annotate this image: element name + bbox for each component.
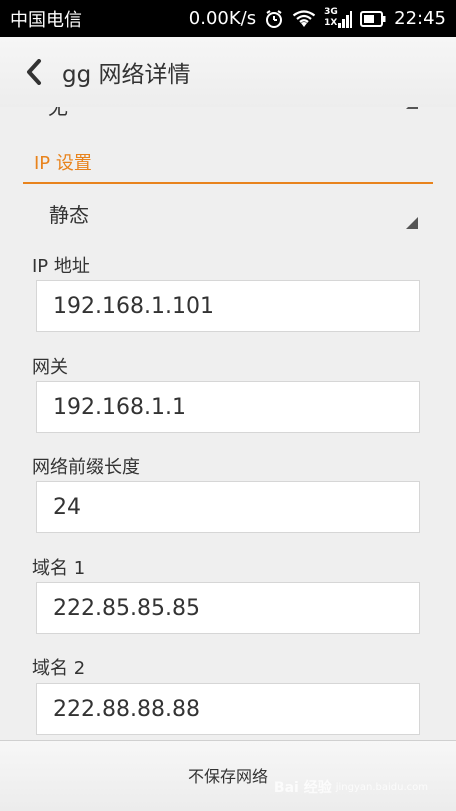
dns1-input[interactable]: 222.85.85.85 bbox=[36, 582, 420, 634]
watermark-text: Bai 经验 bbox=[273, 780, 332, 796]
dns2-label: 域名 2 bbox=[32, 658, 86, 679]
dropdown-triangle-icon bbox=[406, 107, 418, 109]
watermark-url: jingyan.baidu.com bbox=[335, 781, 428, 793]
chevron-left-icon bbox=[27, 59, 41, 85]
battery-icon bbox=[360, 10, 386, 27]
dns2-input[interactable]: 222.88.88.88 bbox=[36, 683, 420, 735]
section-divider bbox=[23, 182, 433, 184]
network-speed: 0.00K/s bbox=[188, 8, 257, 29]
ip-address-input[interactable]: 192.168.1.101 bbox=[36, 280, 420, 332]
alarm-icon bbox=[264, 9, 284, 29]
dropdown-triangle-icon bbox=[406, 217, 418, 229]
settings-content[interactable]: 无 IP 设置 静态 IP 地址 192.168.1.101 网关 192.16… bbox=[0, 107, 456, 740]
cellular-signal-icon: 3G 1X bbox=[324, 6, 353, 30]
ip-mode-value: 静态 bbox=[49, 203, 89, 227]
ip-settings-title: IP 设置 bbox=[34, 153, 92, 174]
forget-network-button[interactable]: 不保存网络 bbox=[188, 763, 268, 787]
back-button[interactable] bbox=[0, 37, 62, 107]
partial-spinner-value: 无 bbox=[48, 107, 68, 119]
prefix-length-label: 网络前缀长度 bbox=[32, 457, 140, 478]
wifi-icon bbox=[292, 9, 316, 28]
ip-address-label: IP 地址 bbox=[32, 256, 90, 277]
bottom-bar: 不保存网络 bbox=[0, 740, 456, 811]
partial-spinner[interactable]: 无 bbox=[0, 107, 456, 127]
network-type-top: 3G bbox=[324, 6, 338, 17]
ip-mode-spinner[interactable]: 静态 bbox=[0, 187, 456, 243]
prefix-length-input[interactable]: 24 bbox=[36, 481, 420, 533]
dns1-label: 域名 1 bbox=[32, 558, 86, 579]
network-type-bottom: 1X bbox=[324, 17, 338, 28]
gateway-input[interactable]: 192.168.1.1 bbox=[36, 381, 420, 433]
status-bar: 中国电信 0.00K/s 3G 1X 22:45 bbox=[0, 0, 456, 37]
carrier-label: 中国电信 bbox=[10, 9, 82, 31]
gateway-label: 网关 bbox=[32, 357, 68, 378]
action-bar: gg 网络详情 bbox=[0, 37, 456, 107]
watermark: Bai 经验 jingyan.baidu.com bbox=[274, 777, 428, 797]
clock-time: 22:45 bbox=[394, 8, 446, 29]
page-title: gg 网络详情 bbox=[62, 62, 191, 88]
